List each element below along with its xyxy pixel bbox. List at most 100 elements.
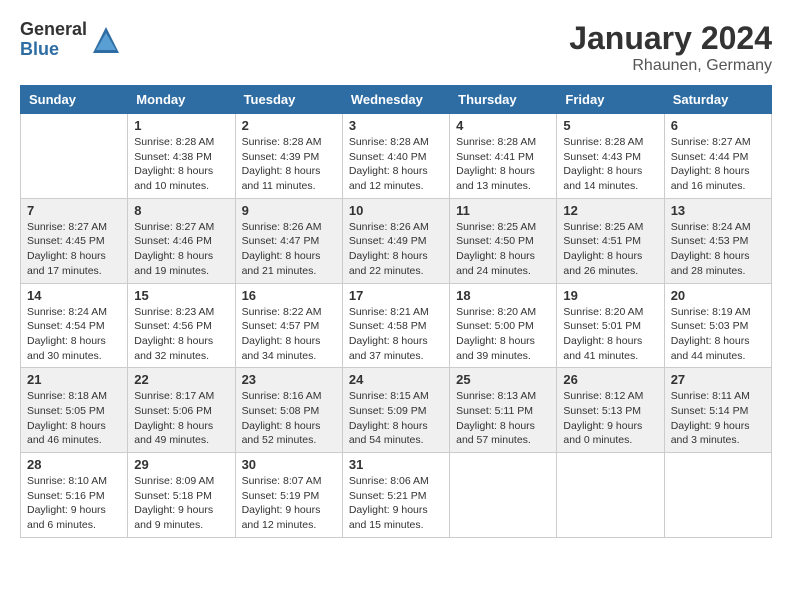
day-number: 11 [456,203,550,218]
calendar-cell: 11Sunrise: 8:25 AMSunset: 4:50 PMDayligh… [450,198,557,283]
calendar-cell: 15Sunrise: 8:23 AMSunset: 4:56 PMDayligh… [128,283,235,368]
weekday-header-sunday: Sunday [21,86,128,114]
day-info: Sunrise: 8:23 AMSunset: 4:56 PMDaylight:… [134,305,228,364]
logo-icon [91,25,121,55]
day-info: Sunrise: 8:12 AMSunset: 5:13 PMDaylight:… [563,389,657,448]
calendar-cell: 18 Sunrise: 8:20 AMSunset: 5:00 PMDayligh… [450,283,557,368]
day-number: 16 [242,288,336,303]
calendar-cell: 30Sunrise: 8:07 AMSunset: 5:19 PMDayligh… [235,453,342,538]
day-number: 17 [349,288,443,303]
logo-general-text: General [20,20,87,40]
day-number: 31 [349,457,443,472]
day-info: Sunrise: 8:20 AMSunset: 5:01 PMDaylight:… [563,305,657,364]
weekday-header-wednesday: Wednesday [342,86,449,114]
day-number: 4 [456,118,550,133]
day-info: Sunrise: 8:10 AMSunset: 5:16 PMDaylight:… [27,474,121,533]
day-number: 10 [349,203,443,218]
day-info: Sunrise: 8:26 AMSunset: 4:47 PMDaylight:… [242,220,336,279]
day-number: 29 [134,457,228,472]
day-info: Sunrise: 8:11 AMSunset: 5:14 PMDaylight:… [671,389,765,448]
day-info: Sunrise: 8:24 AMSunset: 4:54 PMDaylight:… [27,305,121,364]
day-info: Sunrise: 8:27 AMSunset: 4:44 PMDaylight:… [671,135,765,194]
calendar-cell: 20 Sunrise: 8:19 AMSunset: 5:03 PMDayligh… [664,283,771,368]
day-number: 8 [134,203,228,218]
day-info: Sunrise: 8:20 AMSunset: 5:00 PMDaylight:… [456,305,550,364]
day-number: 27 [671,372,765,387]
day-number: 1 [134,118,228,133]
day-number: 6 [671,118,765,133]
day-number: 20 [671,288,765,303]
calendar-week-row: 28 Sunrise: 8:10 AMSunset: 5:16 PMDayligh… [21,453,772,538]
day-number: 9 [242,203,336,218]
day-info: Sunrise: 8:28 AMSunset: 4:38 PMDaylight:… [134,135,228,194]
calendar-week-row: 21Sunrise: 8:18 AMSunset: 5:05 PMDayligh… [21,368,772,453]
calendar-week-row: 7Sunrise: 8:27 AMSunset: 4:45 PMDaylight… [21,198,772,283]
location-subtitle: Rhaunen, Germany [569,57,772,75]
calendar-cell [21,114,128,199]
calendar-cell: 22Sunrise: 8:17 AMSunset: 5:06 PMDayligh… [128,368,235,453]
day-number: 5 [563,118,657,133]
day-info: Sunrise: 8:24 AMSunset: 4:53 PMDaylight:… [671,220,765,279]
calendar-cell [664,453,771,538]
weekday-header-friday: Friday [557,86,664,114]
calendar-cell: 28 Sunrise: 8:10 AMSunset: 5:16 PMDayligh… [21,453,128,538]
day-number: 28 [27,457,121,472]
day-info: Sunrise: 8:13 AMSunset: 5:11 PMDaylight:… [456,389,550,448]
day-number: 24 [349,372,443,387]
day-number: 25 [456,372,550,387]
calendar-cell: 12 Sunrise: 8:25 AMSunset: 4:51 PMDayligh… [557,198,664,283]
title-area: January 2024 Rhaunen, Germany [569,20,772,75]
day-number: 18 [456,288,550,303]
day-info: Sunrise: 8:15 AMSunset: 5:09 PMDaylight:… [349,389,443,448]
weekday-header-row: SundayMondayTuesdayWednesdayThursdayFrid… [21,86,772,114]
day-info: Sunrise: 8:19 AMSunset: 5:03 PMDaylight:… [671,305,765,364]
day-info: Sunrise: 8:26 AMSunset: 4:49 PMDaylight:… [349,220,443,279]
logo: General Blue [20,20,121,60]
logo-blue-text: Blue [20,40,87,60]
calendar-cell: 25 Sunrise: 8:13 AMSunset: 5:11 PMDayligh… [450,368,557,453]
day-info: Sunrise: 8:22 AMSunset: 4:57 PMDaylight:… [242,305,336,364]
calendar-week-row: 1 Sunrise: 8:28 AMSunset: 4:38 PMDaylight… [21,114,772,199]
calendar-cell: 3 Sunrise: 8:28 AMSunset: 4:40 PMDaylight… [342,114,449,199]
day-info: Sunrise: 8:09 AMSunset: 5:18 PMDaylight:… [134,474,228,533]
calendar-cell: 8 Sunrise: 8:27 AMSunset: 4:46 PMDaylight… [128,198,235,283]
calendar-cell: 13 Sunrise: 8:24 AMSunset: 4:53 PMDayligh… [664,198,771,283]
calendar-cell: 29 Sunrise: 8:09 AMSunset: 5:18 PMDayligh… [128,453,235,538]
day-info: Sunrise: 8:27 AMSunset: 4:46 PMDaylight:… [134,220,228,279]
calendar-cell: 23 Sunrise: 8:16 AMSunset: 5:08 PMDayligh… [235,368,342,453]
day-info: Sunrise: 8:28 AMSunset: 4:43 PMDaylight:… [563,135,657,194]
day-info: Sunrise: 8:16 AMSunset: 5:08 PMDaylight:… [242,389,336,448]
calendar-cell [450,453,557,538]
calendar-cell: 5 Sunrise: 8:28 AMSunset: 4:43 PMDaylight… [557,114,664,199]
calendar-cell: 7Sunrise: 8:27 AMSunset: 4:45 PMDaylight… [21,198,128,283]
day-info: Sunrise: 8:28 AMSunset: 4:41 PMDaylight:… [456,135,550,194]
calendar-table: SundayMondayTuesdayWednesdayThursdayFrid… [20,85,772,538]
calendar-cell: 10 Sunrise: 8:26 AMSunset: 4:49 PMDayligh… [342,198,449,283]
day-number: 13 [671,203,765,218]
calendar-cell: 31 Sunrise: 8:06 AMSunset: 5:21 PMDayligh… [342,453,449,538]
day-number: 12 [563,203,657,218]
day-info: Sunrise: 8:21 AMSunset: 4:58 PMDaylight:… [349,305,443,364]
calendar-cell: 4 Sunrise: 8:28 AMSunset: 4:41 PMDaylight… [450,114,557,199]
day-info: Sunrise: 8:06 AMSunset: 5:21 PMDaylight:… [349,474,443,533]
day-info: Sunrise: 8:07 AMSunset: 5:19 PMDaylight:… [242,474,336,533]
day-number: 21 [27,372,121,387]
day-info: Sunrise: 8:25 AMSunset: 4:51 PMDaylight:… [563,220,657,279]
calendar-cell: 6 Sunrise: 8:27 AMSunset: 4:44 PMDaylight… [664,114,771,199]
calendar-cell: 16 Sunrise: 8:22 AMSunset: 4:57 PMDayligh… [235,283,342,368]
day-info: Sunrise: 8:28 AMSunset: 4:40 PMDaylight:… [349,135,443,194]
weekday-header-saturday: Saturday [664,86,771,114]
weekday-header-monday: Monday [128,86,235,114]
day-number: 14 [27,288,121,303]
calendar-week-row: 14 Sunrise: 8:24 AMSunset: 4:54 PMDayligh… [21,283,772,368]
calendar-cell: 19 Sunrise: 8:20 AMSunset: 5:01 PMDayligh… [557,283,664,368]
calendar-cell: 21Sunrise: 8:18 AMSunset: 5:05 PMDayligh… [21,368,128,453]
day-number: 23 [242,372,336,387]
day-number: 3 [349,118,443,133]
day-number: 2 [242,118,336,133]
calendar-cell: 26Sunrise: 8:12 AMSunset: 5:13 PMDayligh… [557,368,664,453]
day-number: 19 [563,288,657,303]
calendar-cell: 2 Sunrise: 8:28 AMSunset: 4:39 PMDaylight… [235,114,342,199]
weekday-header-tuesday: Tuesday [235,86,342,114]
day-info: Sunrise: 8:28 AMSunset: 4:39 PMDaylight:… [242,135,336,194]
